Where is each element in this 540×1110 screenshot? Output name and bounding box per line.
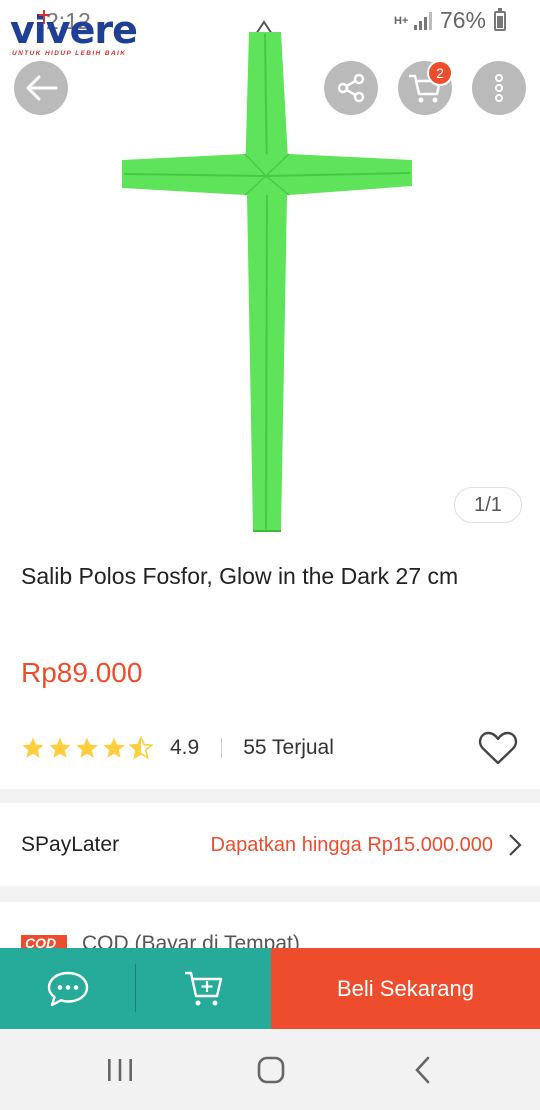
recent-apps-button[interactable] xyxy=(100,1051,140,1089)
status-indicators: H+ 76% xyxy=(394,7,506,34)
sold-count: 55 Terjual xyxy=(243,736,334,759)
back-button[interactable] xyxy=(14,61,68,115)
image-counter: 1/1 xyxy=(454,487,522,523)
action-divider xyxy=(135,948,136,1029)
share-icon xyxy=(337,73,365,103)
buy-now-button[interactable]: Beli Sekarang xyxy=(271,948,540,1029)
section-divider xyxy=(0,886,540,902)
battery-icon xyxy=(494,7,506,31)
signal-icon xyxy=(413,11,432,30)
star-icon xyxy=(76,737,98,758)
chat-button[interactable] xyxy=(0,948,135,1029)
add-to-cart-button[interactable] xyxy=(136,948,271,1029)
chevron-right-icon xyxy=(509,834,522,856)
chat-icon xyxy=(47,971,88,1006)
rating-stars xyxy=(21,736,153,760)
brand-tagline: UNTUK HIDUP LEBIH BAIK xyxy=(12,50,127,57)
star-icon xyxy=(49,737,71,758)
spaylater-label: SPayLater xyxy=(21,833,120,856)
product-title: Salib Polos Fosfor, Glow in the Dark 27 … xyxy=(21,563,459,589)
brand-logo: vivere UNTUK HIDUP LEBIH BAIK xyxy=(10,8,160,60)
product-image-gallery[interactable]: 2:12 H+ 76% vivere UNTUK HIDUP LEBIH BAI… xyxy=(0,0,540,540)
cross-mark-icon xyxy=(39,10,49,24)
bottom-action-bar: Beli Sekarang xyxy=(0,948,540,1029)
network-type: H+ xyxy=(393,14,409,27)
spaylater-row[interactable]: SPayLater Dapatkan hingga Rp15.000.000 xyxy=(0,803,540,886)
more-options-button[interactable] xyxy=(472,61,526,115)
spaylater-offer: Dapatkan hingga Rp15.000.000 xyxy=(210,834,493,856)
cod-row[interactable]: COD COD (Bayar di Tempat) xyxy=(0,902,540,950)
arrow-left-icon xyxy=(26,75,58,101)
rating-value: 4.9 xyxy=(170,736,200,759)
rating-row[interactable]: 4.9 55 Terjual xyxy=(21,728,521,768)
home-button[interactable] xyxy=(251,1051,291,1089)
star-icon xyxy=(103,737,125,758)
favorite-button[interactable] xyxy=(478,730,518,766)
product-price: Rp89.000 xyxy=(21,657,143,688)
star-half-icon xyxy=(129,736,153,760)
brand-name: vivere xyxy=(10,8,138,52)
heart-outline-icon xyxy=(478,731,518,765)
system-navigation-bar xyxy=(0,1029,540,1110)
chevron-left-icon xyxy=(415,1056,430,1084)
share-button[interactable] xyxy=(324,61,378,115)
product-image xyxy=(122,20,412,532)
star-icon xyxy=(22,737,44,758)
cart-plus-icon xyxy=(184,971,222,1005)
divider xyxy=(221,738,223,758)
battery-percent: 76% xyxy=(439,7,486,33)
section-divider xyxy=(0,789,540,803)
recent-apps-icon xyxy=(108,1059,132,1081)
system-back-button[interactable] xyxy=(403,1051,443,1089)
cart-count-badge: 2 xyxy=(427,60,453,86)
more-vertical-icon xyxy=(495,74,503,102)
home-icon xyxy=(257,1056,285,1084)
